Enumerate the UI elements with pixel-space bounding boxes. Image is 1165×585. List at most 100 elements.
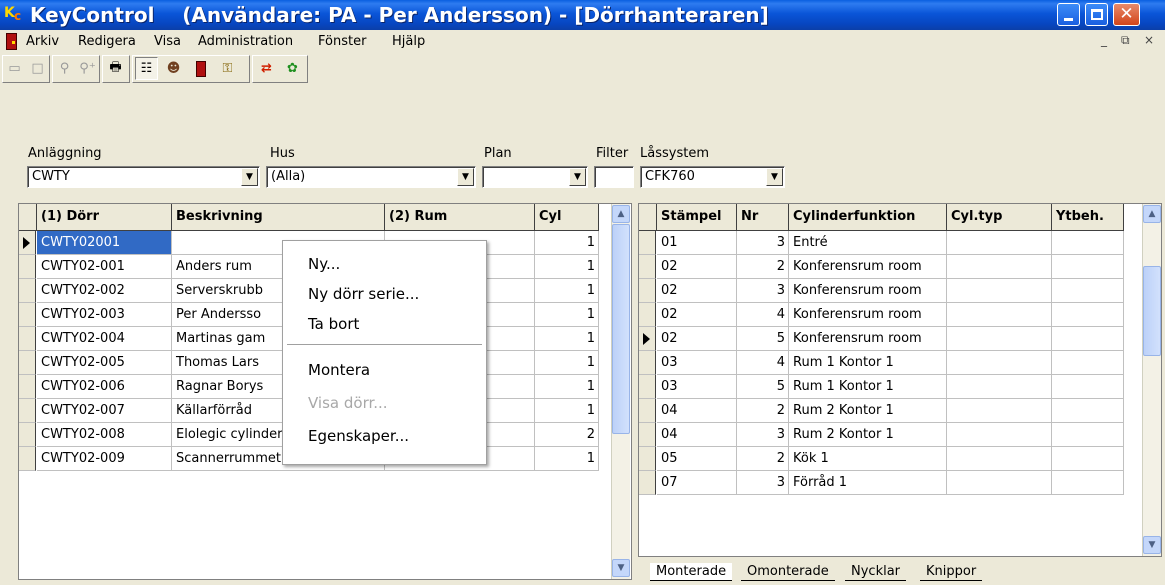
row-selector[interactable]: [19, 303, 36, 327]
new-button[interactable]: □: [26, 57, 49, 80]
table-cell[interactable]: Förråd 1: [789, 471, 947, 495]
table-cell[interactable]: [947, 471, 1052, 495]
row-selector[interactable]: [639, 423, 656, 447]
mdi-restore-button[interactable]: ⧉: [1121, 33, 1130, 48]
table-cell[interactable]: Konferensrum room: [789, 303, 947, 327]
table-cell[interactable]: Rum 2 Kontor 1: [789, 423, 947, 447]
table-cell[interactable]: Kök 1: [789, 447, 947, 471]
transfer-button[interactable]: ⇄: [255, 57, 278, 80]
row-selector[interactable]: [639, 447, 656, 471]
menu-item-montera[interactable]: Montera: [308, 361, 370, 379]
table-cell[interactable]: 1: [535, 303, 599, 327]
table-cell[interactable]: 04: [657, 423, 737, 447]
table-cell[interactable]: CWTY02-002: [37, 279, 172, 303]
key-person-button[interactable]: ⚿: [216, 57, 239, 80]
table-cell[interactable]: [947, 327, 1052, 351]
table-cell[interactable]: 3: [737, 423, 789, 447]
tab-nycklar[interactable]: Nycklar: [845, 563, 907, 581]
table-cell[interactable]: [1052, 279, 1124, 303]
row-selector[interactable]: [639, 471, 656, 495]
table-cell[interactable]: [947, 231, 1052, 255]
table-cell[interactable]: 4: [737, 351, 789, 375]
row-selector[interactable]: [19, 375, 36, 399]
mdi-close-button[interactable]: ×: [1144, 33, 1154, 47]
table-cell[interactable]: 1: [535, 279, 599, 303]
table-cell[interactable]: [1052, 351, 1124, 375]
row-selector[interactable]: [639, 255, 656, 279]
key-exchange-button[interactable]: ✿: [281, 57, 304, 80]
chevron-down-icon[interactable]: ▼: [241, 168, 258, 186]
row-selector[interactable]: [19, 351, 36, 375]
row-selector[interactable]: [639, 327, 656, 351]
table-cell[interactable]: [947, 279, 1052, 303]
maximize-button[interactable]: [1085, 3, 1108, 26]
table-cell[interactable]: CWTY02-005: [37, 351, 172, 375]
table-cell[interactable]: Konferensrum room: [789, 279, 947, 303]
column-header-beskrivning[interactable]: Beskrivning: [172, 204, 385, 231]
table-cell[interactable]: [1052, 303, 1124, 327]
row-selector[interactable]: [19, 231, 36, 255]
column-header-ytbeh[interactable]: Ytbeh.: [1052, 204, 1124, 231]
menu-item-ny-dorr-serie[interactable]: Ny dörr serie...: [308, 285, 419, 303]
table-cell[interactable]: [1052, 423, 1124, 447]
table-cell[interactable]: CWTY02-007: [37, 399, 172, 423]
table-cell[interactable]: 3: [737, 471, 789, 495]
tab-knippor[interactable]: Knippor: [920, 563, 983, 581]
menu-arkiv[interactable]: Arkiv: [26, 32, 59, 51]
table-cell[interactable]: [947, 351, 1052, 375]
minimize-button[interactable]: [1057, 3, 1080, 26]
chevron-down-icon[interactable]: ▼: [569, 168, 586, 186]
hus-select[interactable]: (Alla) ▼: [266, 166, 476, 188]
row-selector[interactable]: [639, 279, 656, 303]
table-cell[interactable]: [947, 447, 1052, 471]
table-cell[interactable]: 02: [657, 279, 737, 303]
table-cell[interactable]: 07: [657, 471, 737, 495]
row-selector[interactable]: [639, 375, 656, 399]
tab-monterade[interactable]: Monterade: [650, 563, 733, 581]
table-cell[interactable]: Rum 1 Kontor 1: [789, 375, 947, 399]
table-cell[interactable]: Rum 1 Kontor 1: [789, 351, 947, 375]
row-selector[interactable]: [19, 327, 36, 351]
table-cell[interactable]: CWTY02-003: [37, 303, 172, 327]
table-cell[interactable]: [1052, 255, 1124, 279]
door-document-icon[interactable]: [6, 33, 17, 50]
search-button[interactable]: ⚲: [53, 57, 76, 80]
table-cell[interactable]: [947, 375, 1052, 399]
table-cell[interactable]: CWTY02-006: [37, 375, 172, 399]
menu-redigera[interactable]: Redigera: [78, 32, 136, 51]
table-cell[interactable]: 3: [737, 279, 789, 303]
table-cell[interactable]: 2: [535, 423, 599, 447]
search-plus-button[interactable]: ⚲⁺: [76, 57, 99, 80]
tree-view-button[interactable]: ☷: [135, 57, 158, 80]
table-cell[interactable]: 03: [657, 351, 737, 375]
table-cell[interactable]: [947, 255, 1052, 279]
table-cell[interactable]: CWTY02-008: [37, 423, 172, 447]
tab-omonterade[interactable]: Omonterade: [741, 563, 835, 581]
table-cell[interactable]: Konferensrum room: [789, 255, 947, 279]
row-selector[interactable]: [639, 231, 656, 255]
menu-administration[interactable]: Administration: [198, 32, 293, 51]
cylinders-table[interactable]: Stämpel Nr Cylinderfunktion Cyl.typ Ytbe…: [638, 203, 1162, 557]
anlaggning-select[interactable]: CWTY ▼: [27, 166, 260, 188]
table-cell[interactable]: [947, 303, 1052, 327]
table-cell[interactable]: CWTY02-001: [37, 255, 172, 279]
table-cell[interactable]: Entré: [789, 231, 947, 255]
table-cell[interactable]: 5: [737, 375, 789, 399]
menu-visa[interactable]: Visa: [154, 32, 181, 51]
table-cell[interactable]: 5: [737, 327, 789, 351]
table-cell[interactable]: [1052, 399, 1124, 423]
lassystem-select[interactable]: CFK760 ▼: [640, 166, 785, 188]
table-cell[interactable]: CWTY02001: [37, 231, 172, 255]
table-cell[interactable]: 2: [737, 399, 789, 423]
table-cell[interactable]: 1: [535, 399, 599, 423]
table-cell[interactable]: 02: [657, 327, 737, 351]
table-cell[interactable]: 02: [657, 255, 737, 279]
table-cell[interactable]: [1052, 231, 1124, 255]
row-selector[interactable]: [639, 303, 656, 327]
open-button[interactable]: ▭: [3, 57, 26, 80]
menu-item-ny[interactable]: Ny...: [308, 255, 340, 273]
column-header-dorr[interactable]: (1) Dörr: [37, 204, 172, 231]
mdi-minimize-button[interactable]: _: [1101, 33, 1107, 47]
keycontrol-app-icon[interactable]: Kc: [4, 5, 26, 25]
row-selector[interactable]: [19, 255, 36, 279]
